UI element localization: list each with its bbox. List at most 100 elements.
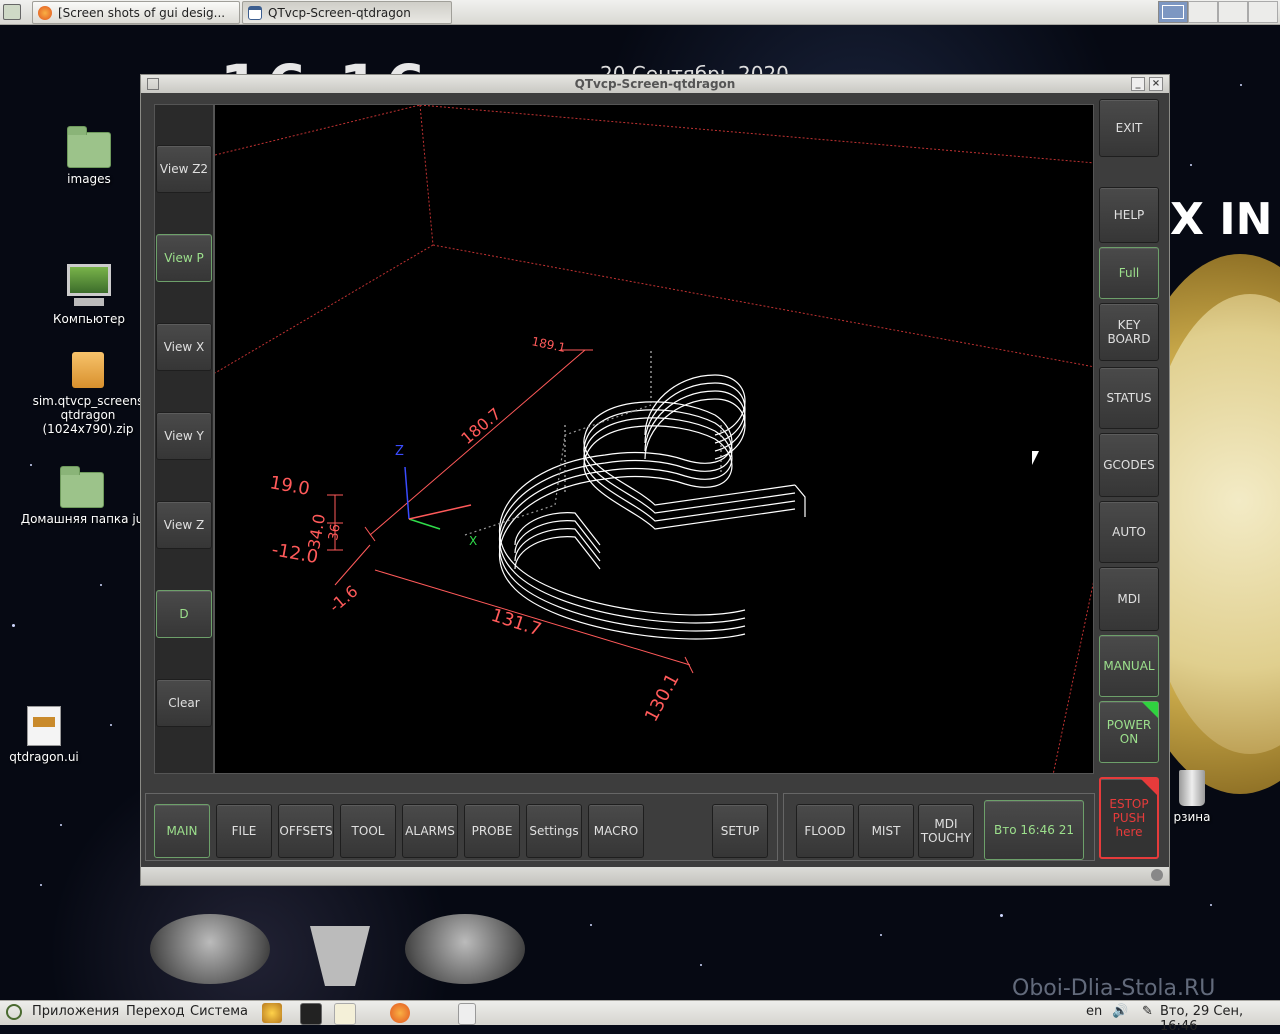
keyboard-button[interactable]: KEY BOARD [1099,303,1159,361]
linuxcnc-launcher-icon[interactable] [262,1003,282,1023]
workspace-switcher[interactable] [1158,1,1278,23]
panel-clock[interactable]: Вто, 29 Сен, 16:46 [1160,1004,1280,1034]
tab-offsets[interactable]: OFFSETS [278,804,334,858]
network-icon[interactable]: ✎ [1142,1004,1153,1019]
window-icon [248,5,262,20]
tab-setup-label: SETUP [720,824,760,838]
menu-system[interactable]: Система [190,1004,248,1019]
tab-alarms[interactable]: ALARMS [402,804,458,858]
axis-x-label: X [469,534,477,548]
computer-icon [67,264,111,296]
view-z2-label: View Z2 [159,162,209,176]
menu-logo-icon[interactable] [6,1004,22,1020]
desktop-icon-home[interactable]: Домашняя папка ju [20,466,144,526]
power-on-button[interactable]: POWER ON [1099,701,1159,763]
top-panel: [Screen shots of gui desig... QTvcp-Scre… [0,0,1280,25]
estop-label-3: here [1115,825,1143,839]
view-z2-button[interactable]: View Z2 [156,145,212,193]
desktop-icon-images[interactable]: images [44,126,134,186]
tab-tool[interactable]: TOOL [340,804,396,858]
archive-icon [72,352,104,388]
workspace-4[interactable] [1248,1,1278,23]
keyboard-layout[interactable]: en [1086,1004,1102,1019]
desktop-icon-trash[interactable]: рзина [1162,770,1222,824]
mist-button[interactable]: MIST [858,804,914,858]
keyboard-label-1: KEY [1117,318,1141,332]
tab-main[interactable]: MAIN [154,804,210,858]
window-title: QTvcp-Screen-qtdragon [574,77,736,91]
help-button[interactable]: HELP [1099,187,1159,243]
fullscreen-button[interactable]: Full [1099,247,1159,299]
tab-settings[interactable]: Settings [526,804,582,858]
trash-applet-icon[interactable] [458,1003,476,1025]
power-label-2: ON [1119,732,1139,746]
taskbar-item-qtdragon[interactable]: QTvcp-Screen-qtdragon [242,1,452,24]
editor-launcher-icon[interactable] [334,1003,356,1025]
desktop-icon-computer[interactable]: Компьютер [40,264,138,326]
minimize-icon[interactable]: _ [1131,77,1145,91]
terminal-launcher-icon[interactable] [300,1003,322,1025]
estop-button[interactable]: ESTOP PUSH here [1099,777,1159,859]
menu-places[interactable]: Переход [126,1004,185,1019]
desktop-icon-ui-file[interactable]: qtdragon.ui [4,706,84,764]
mdi-button[interactable]: MDI [1099,567,1159,631]
desktop-icon-label: Домашняя папка ju [20,512,144,526]
tab-probe[interactable]: PROBE [464,804,520,858]
dim-label-19: 19.0 [268,472,311,500]
view-y-button[interactable]: View Y [156,412,212,460]
machine-envelope [215,105,1093,773]
tab-macro[interactable]: MACRO [588,804,644,858]
view-x-label: View X [163,340,205,354]
workspace-2[interactable] [1188,1,1218,23]
auto-button[interactable]: AUTO [1099,501,1159,563]
extents-labels: 189.1 180.7 19.0 34.0 36 -12.0 -1.6 131.… [268,334,683,725]
view-p-button[interactable]: View P [156,234,212,282]
firefox-launcher-icon[interactable] [390,1003,410,1023]
gcode-graphics-view[interactable]: 189.1 180.7 19.0 34.0 36 -12.0 -1.6 131.… [214,104,1094,774]
taskbar-item-browser[interactable]: [Screen shots of gui desig... [32,1,240,24]
home-folder-icon [60,466,104,508]
manual-button[interactable]: MANUAL [1099,635,1159,697]
view-z-button[interactable]: View Z [156,501,212,549]
exit-label: EXIT [1115,121,1143,135]
tab-file[interactable]: FILE [216,804,272,858]
dim-label-131: 131.7 [488,605,543,641]
clear-button[interactable]: Clear [156,679,212,727]
view-buttons-panel: View Z2 View P View X View Y View Z D Cl… [154,104,214,774]
desktop-icon-zip[interactable]: sim.qtvcp_screens qtdragon (1024x790).zi… [28,352,148,436]
desktop-icon-label: Компьютер [53,312,125,326]
wallpaper-figure [150,904,530,1000]
mdi-touchy-label-1: MDI [934,817,958,831]
mdi-touchy-button[interactable]: MDI TOUCHY [918,804,974,858]
workspace-3[interactable] [1218,1,1248,23]
gcodes-button[interactable]: GCODES [1099,433,1159,497]
gcodes-label: GCODES [1103,458,1155,472]
view-d-button[interactable]: D [156,590,212,638]
full-label: Full [1118,266,1140,280]
clock-label: Вто 16:46 21 [993,823,1075,837]
clear-label: Clear [168,696,200,710]
window-menu-icon[interactable] [147,78,159,90]
workspace-1[interactable] [1158,1,1188,23]
desktop-icon-label: images [67,172,111,186]
flood-button[interactable]: FLOOD [796,804,854,858]
mist-label: MIST [871,824,901,838]
menu-applications[interactable]: Приложения [32,1004,119,1019]
desktop-icon-label: sim.qtvcp_screens qtdragon (1024x790).zi… [32,394,144,436]
tab-file-label: FILE [231,824,257,838]
mouse-cursor [1032,451,1039,465]
exit-button[interactable]: EXIT [1099,99,1159,157]
status-button[interactable]: STATUS [1099,367,1159,429]
tab-alarms-label: ALARMS [405,824,455,838]
view-x-button[interactable]: View X [156,323,212,371]
view-y-label: View Y [164,429,204,443]
wallpaper-watermark: Oboi-Dlia-Stola.RU [1012,976,1216,1000]
close-icon[interactable]: × [1149,77,1163,91]
axis-z-label: Z [395,444,404,459]
show-desktop-icon[interactable] [3,4,21,20]
tab-setup[interactable]: SETUP [712,804,768,858]
resize-grip-icon[interactable] [1151,869,1163,881]
window-titlebar[interactable]: QTvcp-Screen-qtdragon _ × [141,75,1169,93]
toolpath-ampersand [464,351,806,640]
volume-icon[interactable]: 🔊 [1112,1004,1128,1019]
